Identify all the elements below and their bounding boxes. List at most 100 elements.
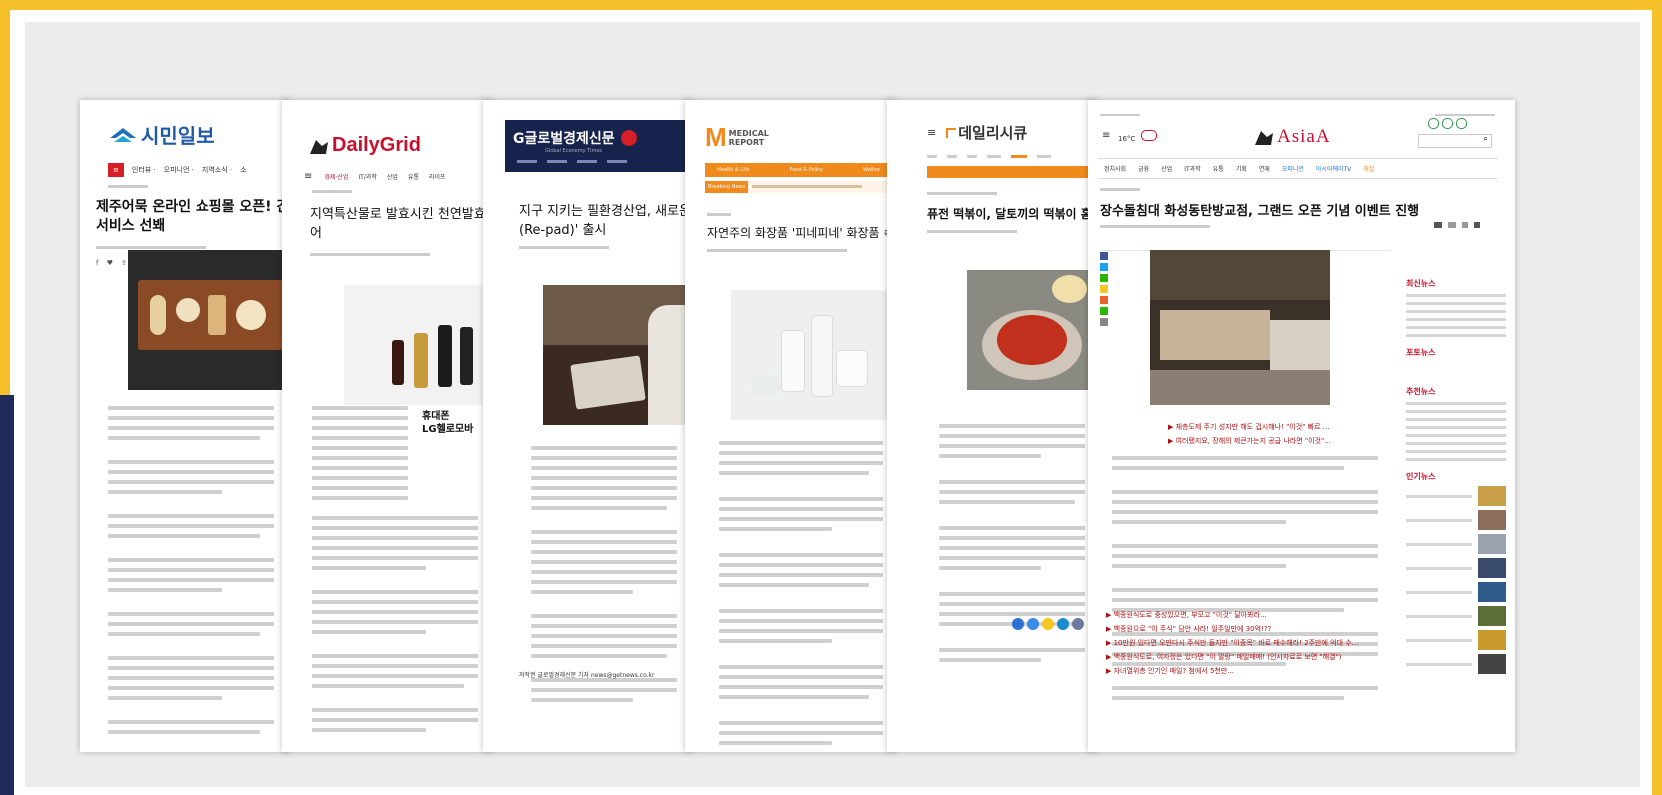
article-meta bbox=[310, 253, 430, 256]
menu-icon[interactable]: ≡ bbox=[927, 126, 936, 139]
nav-item[interactable]: 금융 bbox=[1138, 164, 1149, 173]
nav-item[interactable]: 인터뷰 · bbox=[132, 165, 156, 175]
sidebar-section-title: 추천뉴스 bbox=[1406, 387, 1436, 396]
dailygrid-logo: DailyGrid bbox=[308, 134, 492, 157]
weather-widget: 16°C bbox=[1118, 130, 1157, 143]
nav-item[interactable]: 오피니언 · bbox=[164, 165, 194, 175]
side-ad[interactable]: 휴대폰 LG헬로모바 bbox=[422, 410, 492, 436]
getnews-header: G글로벌경제신문 Global Economy Times bbox=[505, 120, 693, 172]
menu-icon[interactable]: ≡ bbox=[304, 171, 312, 182]
getnews-logo-icon bbox=[620, 130, 637, 146]
breadcrumb bbox=[312, 190, 352, 193]
related-link[interactable]: ▶ 자녀열위층 인기인 매일? 첨에서 5천만... bbox=[1106, 666, 1396, 676]
article-meta bbox=[1100, 225, 1210, 228]
nav-item[interactable]: 유통 bbox=[408, 172, 419, 181]
related-articles: ▶ 백종원식도로 중성있으면, 부모고 "이것" 달아봐라... ▶ 백종원으로… bbox=[1106, 606, 1396, 680]
nav-item[interactable]: 지역소식 · bbox=[202, 165, 232, 175]
article-tools[interactable] bbox=[1434, 222, 1480, 228]
collage-background: 시민일보 ≡ 인터뷰 · 오피니언 · 지역소식 · 소 제주어묵 온라인 쇼핑… bbox=[25, 22, 1640, 787]
nav-item[interactable]: 정치사회 bbox=[1104, 164, 1126, 173]
article-headline: 지역특산물로 발효시킨 천연발효식초, 어 bbox=[310, 207, 492, 241]
article-meta bbox=[519, 246, 609, 249]
news-page-medicalreport: M MEDICAL REPORT Health & Life Food & Po… bbox=[685, 100, 895, 752]
nav-item[interactable]: 기획 bbox=[1236, 164, 1247, 173]
medical-logo-text: MEDICAL REPORT bbox=[728, 128, 769, 147]
related-link[interactable]: ▶ 10만원 있다면 오만다시 주식만 들지만 "이종목" 바로 매수해라! 2… bbox=[1106, 638, 1396, 648]
nav-item[interactable]: 라이프 bbox=[429, 172, 446, 181]
breadcrumb bbox=[108, 185, 148, 188]
search-icon[interactable]: ⌕ bbox=[1484, 134, 1488, 144]
nav-item[interactable]: 해설 bbox=[1363, 164, 1374, 173]
nav-item[interactable]: 아시아에이TV bbox=[1316, 164, 1351, 173]
tab-item[interactable]: Health & Life bbox=[717, 167, 750, 173]
related-link[interactable]: ▶ 백종원식도로, 여자정은 있다면 "이 말랑" 매일매매! (인사자료로 보… bbox=[1106, 652, 1396, 662]
highlight-link[interactable]: ▶ 재층도제 주기 성지만 해도 겁시해나! "이것" 빠르 ... bbox=[1168, 422, 1388, 432]
article-photo-bottles bbox=[344, 285, 492, 405]
article-body bbox=[96, 400, 286, 740]
nav-item[interactable]: IT/과학 bbox=[358, 172, 377, 181]
nav-item[interactable]: 연재 bbox=[1259, 164, 1270, 173]
related-link[interactable]: ▶ 백종원으로 "이 주식" 담언 사라! 일주일만에 30억!?? bbox=[1106, 624, 1396, 634]
article-headline: 장수돌침대 화성동탄방교점, 그랜드 오픈 기념 이벤트 진행 bbox=[1100, 204, 1420, 219]
asiaa-logo: AsiaA bbox=[1253, 126, 1331, 148]
nav-item[interactable]: 경제·산업 bbox=[324, 172, 348, 181]
breadcrumb bbox=[1100, 188, 1140, 191]
article-footer: 저작권 글로벌경제신문 기자 news@getnews.co.kr bbox=[519, 672, 655, 679]
breaking-news-bar: Breaking News bbox=[705, 181, 895, 193]
sidebar-section-title: 인기뉴스 bbox=[1406, 472, 1436, 481]
share-sidebar[interactable] bbox=[1100, 252, 1108, 326]
dailysecu-nav-bar bbox=[927, 166, 1097, 178]
highlight-link[interactable]: ▶ 여러됐지요, 장해의 제큰가는지 공급 나라면 "이것"... bbox=[1168, 436, 1388, 446]
article-headline: 제주어묵 온라인 쇼핑몰 오픈! 간 서비스 선봬 bbox=[96, 199, 290, 234]
medical-logo: M MEDICAL REPORT bbox=[705, 122, 895, 153]
article-meta bbox=[707, 249, 847, 252]
article-headline: 지구 지키는 필환경산업, 새로운 문화 (Re-pad)' 출시 bbox=[519, 204, 693, 238]
simin-logo-text: 시민일보 bbox=[141, 124, 215, 148]
asiaa-nav: 정치사회 금융 산업 IT과학 유통 기획 연재 오피니언 아시아에이TV 해설 bbox=[1098, 158, 1498, 179]
article-body bbox=[927, 418, 1097, 668]
menu-icon[interactable]: ≡ bbox=[1102, 130, 1110, 141]
article-body bbox=[519, 440, 689, 708]
article-photo-cosmetics bbox=[731, 290, 895, 420]
getnews-logo-text: G글로벌경제신문 bbox=[513, 131, 615, 147]
medical-logo-icon: M bbox=[705, 122, 727, 152]
nav-item[interactable]: 산업 bbox=[1161, 164, 1172, 173]
article-headline: 퓨전 떡볶이, 달토끼의 떡볶이 홈입구역 bbox=[927, 207, 1097, 221]
article-photo-showroom bbox=[1150, 250, 1330, 405]
asiaa-logo-icon bbox=[1255, 131, 1273, 145]
breadcrumb bbox=[707, 213, 731, 216]
navy-side-block bbox=[0, 395, 14, 795]
dailygrid-logo-text: DailyGrid bbox=[332, 134, 421, 156]
nav-item[interactable]: IT과학 bbox=[1184, 164, 1200, 173]
article-body-2 bbox=[300, 510, 490, 738]
home-icon[interactable]: ≡ bbox=[108, 163, 124, 177]
nav-item[interactable]: 산업 bbox=[387, 172, 398, 181]
news-page-dailysecu: ≡ 데일리시큐 퓨전 떡볶이, 달토끼의 떡볶이 홈입구역 bbox=[887, 100, 1097, 752]
related-link[interactable]: ▶ 백종원식도로 중성있으면, 부모고 "이것" 달아봐라... bbox=[1106, 610, 1396, 620]
breaking-label: Breaking News bbox=[705, 181, 749, 193]
social-icons[interactable] bbox=[1428, 118, 1467, 129]
simin-nav: ≡ 인터뷰 · 오피니언 · 지역소식 · 소 bbox=[108, 163, 290, 177]
news-page-asiaa: ≡ 16°C AsiaA ⌕ 정치사회 금융 산업 IT과학 유통 기획 연재 … bbox=[1088, 100, 1515, 752]
tab-item[interactable]: Food & Policy bbox=[790, 167, 823, 173]
article-body bbox=[707, 435, 895, 751]
nav-item[interactable]: 유통 bbox=[1213, 164, 1224, 173]
news-page-dailygrid: DailyGrid ≡ 경제·산업 IT/과학 산업 유통 라이프 지역특산물로… bbox=[282, 100, 492, 752]
asiaa-sidebar: 최신뉴스 포토뉴스 추천뉴스 인기뉴스 bbox=[1406, 272, 1506, 678]
dailysecu-logo-icon bbox=[946, 127, 957, 138]
nav-item[interactable]: 오피니언 bbox=[1282, 164, 1304, 173]
dailysecu-logo-text: 데일리시큐 bbox=[958, 124, 1028, 142]
asiaa-logo-text: AsiaA bbox=[1277, 126, 1331, 147]
search-input[interactable]: ⌕ bbox=[1418, 134, 1492, 148]
nav-item[interactable]: 소 bbox=[240, 165, 246, 175]
dailygrid-nav: ≡ 경제·산업 IT/과학 산업 유통 라이프 bbox=[304, 171, 492, 182]
share-icons[interactable] bbox=[1012, 618, 1084, 630]
sidebar-section-title: 최신뉴스 bbox=[1406, 279, 1436, 288]
medical-tabs: Health & Life Food & Policy Wellne bbox=[705, 163, 895, 177]
simin-logo-icon bbox=[110, 127, 136, 142]
sidebar-section-title: 포토뉴스 bbox=[1406, 348, 1436, 357]
article-body bbox=[300, 400, 420, 506]
tab-item[interactable]: Wellne bbox=[863, 167, 880, 173]
news-page-getnews: G글로벌경제신문 Global Economy Times 지구 지키는 필환경… bbox=[483, 100, 693, 752]
article-photo-tablet bbox=[543, 285, 693, 425]
